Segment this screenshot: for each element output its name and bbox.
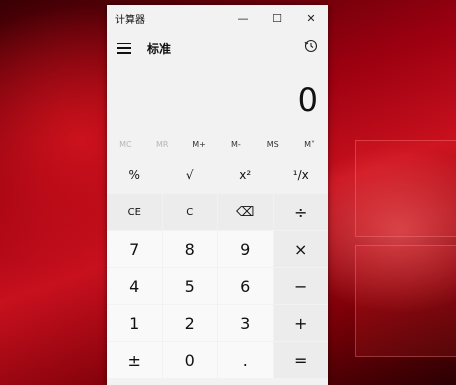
memory-clear-button[interactable]: MC (107, 135, 144, 155)
hamburger-menu-icon[interactable] (117, 42, 131, 54)
square-button[interactable]: x² (218, 157, 273, 193)
digit-5-button[interactable]: 5 (162, 268, 217, 304)
divide-button[interactable]: ÷ (273, 194, 328, 230)
close-button[interactable]: ✕ (294, 5, 328, 31)
digit-7-button[interactable]: 7 (107, 231, 162, 267)
window-controls: — ☐ ✕ (226, 5, 328, 31)
digit-8-button[interactable]: 8 (162, 231, 217, 267)
memory-recall-button[interactable]: MR (144, 135, 181, 155)
memory-row: MC MR M+ M- MS M˅ (107, 135, 328, 155)
memory-store-button[interactable]: MS (254, 135, 291, 155)
decimal-button[interactable]: . (218, 342, 273, 378)
backspace-button[interactable]: ⌫ (218, 194, 273, 230)
history-icon[interactable] (304, 39, 318, 57)
mode-title: 标准 (147, 41, 172, 56)
digit-3-button[interactable]: 3 (218, 305, 273, 341)
memory-subtract-button[interactable]: M- (217, 135, 254, 155)
keypad: % √ x² ¹/x CE C ⌫ ÷ 7 8 9 × 4 5 6 − 1 2 … (107, 155, 328, 378)
percent-button[interactable]: % (107, 157, 162, 193)
memory-add-button[interactable]: M+ (181, 135, 218, 155)
digit-9-button[interactable]: 9 (218, 231, 273, 267)
equals-button[interactable]: = (273, 342, 328, 378)
digit-1-button[interactable]: 1 (107, 305, 162, 341)
clear-entry-button[interactable]: CE (107, 194, 162, 230)
memory-list-button[interactable]: M˅ (291, 135, 328, 155)
negate-button[interactable]: ± (107, 342, 162, 378)
window-title: 计算器 (115, 14, 145, 26)
clear-button[interactable]: C (162, 194, 217, 230)
sqrt-button[interactable]: √ (162, 157, 217, 193)
wallpaper-window-pane (355, 245, 456, 357)
result-display: 0 (297, 81, 318, 119)
title-bar: 计算器 — ☐ ✕ (107, 5, 328, 31)
minus-button[interactable]: − (273, 268, 328, 304)
multiply-button[interactable]: × (273, 231, 328, 267)
maximize-button[interactable]: ☐ (260, 5, 294, 31)
digit-0-button[interactable]: 0 (162, 342, 217, 378)
minimize-button[interactable]: — (226, 5, 260, 31)
plus-button[interactable]: + (273, 305, 328, 341)
digit-2-button[interactable]: 2 (162, 305, 217, 341)
digit-4-button[interactable]: 4 (107, 268, 162, 304)
digit-6-button[interactable]: 6 (218, 268, 273, 304)
calculator-header: 标准 (107, 31, 328, 65)
reciprocal-button[interactable]: ¹/x (273, 157, 328, 193)
wallpaper-window-pane (355, 140, 456, 237)
calculator-window: 计算器 — ☐ ✕ 标准 0 MC MR M+ M- MS M˅ % √ x² … (107, 5, 328, 385)
